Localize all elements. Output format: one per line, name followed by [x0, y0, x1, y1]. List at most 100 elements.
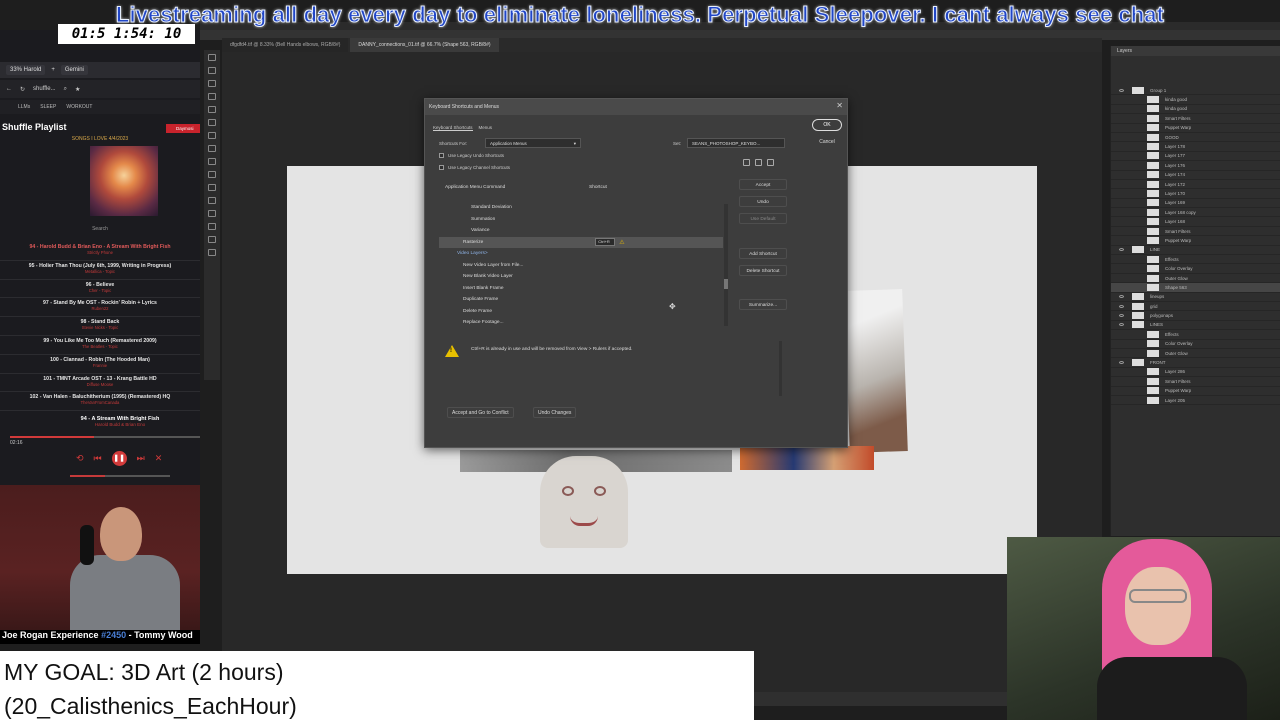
star-icon[interactable]: ★ — [75, 86, 80, 93]
command-row[interactable]: New Blank Video Layer — [439, 271, 723, 283]
layer-row[interactable]: Outer Glow — [1111, 349, 1280, 359]
pause-icon[interactable]: ❚❚ — [111, 450, 127, 466]
accept-goto-conflict-button[interactable]: Accept and Go to Conflict — [447, 407, 514, 418]
document-tab-active[interactable]: DANNY_connections_01.tif @ 66.7% (Shape … — [350, 38, 499, 52]
color-swatch-icon[interactable] — [208, 249, 216, 256]
layer-row[interactable]: GOOD — [1111, 133, 1280, 143]
playlist-badge[interactable]: Daymosi — [166, 124, 200, 133]
use-default-button[interactable]: Use Default — [739, 213, 787, 224]
command-row[interactable]: Standard Deviation — [439, 202, 723, 214]
layer-row[interactable]: FRONT — [1111, 358, 1280, 368]
shuffle-icon[interactable]: ✕ — [155, 453, 163, 464]
layer-row[interactable]: Layer 178 — [1111, 142, 1280, 152]
track-item[interactable]: 100 - Clannad - Robin (The Hooded Man) Fr… — [0, 355, 200, 374]
layer-row[interactable]: Layer 176 — [1111, 161, 1280, 171]
accept-button[interactable]: Accept — [739, 179, 787, 190]
layer-row[interactable]: Color Overlay — [1111, 340, 1280, 349]
type-tool-icon[interactable] — [208, 184, 216, 191]
visibility-eye-icon[interactable] — [1119, 248, 1124, 252]
cancel-button[interactable]: Cancel — [812, 136, 842, 148]
layer-row[interactable]: Layer 170 — [1111, 189, 1280, 199]
shortcuts-for-select[interactable]: Application Menus ▾ — [485, 138, 581, 148]
layers-panel-title[interactable]: Layers — [1111, 46, 1280, 56]
visibility-eye-icon[interactable] — [1119, 323, 1124, 327]
scroll-thumb[interactable] — [724, 279, 728, 289]
delete-set-icon[interactable] — [767, 159, 774, 166]
lasso-tool-icon[interactable] — [208, 80, 216, 87]
bookmark-workout[interactable]: WORKOUT — [66, 104, 92, 110]
search-icon[interactable]: ⌕ — [64, 86, 67, 93]
repeat-icon[interactable]: ⟲ — [76, 453, 84, 464]
command-row[interactable]: New Video Layer from File... — [439, 260, 723, 272]
layer-row[interactable]: Smart Filters — [1111, 377, 1280, 387]
gradient-tool-icon[interactable] — [208, 158, 216, 165]
add-shortcut-button[interactable]: Add Shortcut — [739, 248, 787, 259]
layer-row[interactable]: Layer 172 — [1111, 180, 1280, 190]
command-row[interactable]: Video Layers> — [439, 248, 723, 260]
warning-scrollbar[interactable] — [779, 341, 782, 396]
layer-row[interactable]: LINES — [1111, 321, 1280, 331]
new-tab-icon[interactable]: + — [51, 67, 55, 73]
undo-button[interactable]: Undo — [739, 196, 787, 207]
layer-row[interactable]: Smart Filters — [1111, 114, 1280, 124]
volume-slider[interactable] — [70, 475, 170, 477]
layer-row[interactable]: Smart Filters — [1111, 227, 1280, 237]
checkbox-box[interactable] — [439, 165, 444, 170]
layer-row[interactable]: kinda good — [1111, 95, 1280, 105]
visibility-eye-icon[interactable] — [1119, 361, 1124, 365]
command-row[interactable]: Summation — [439, 214, 723, 226]
checkbox-box[interactable] — [439, 153, 444, 158]
undo-changes-button[interactable]: Undo Changes — [533, 407, 577, 418]
layer-row[interactable]: LINE — [1111, 246, 1280, 256]
previous-icon[interactable]: ⏮ — [94, 453, 102, 464]
layer-row[interactable]: Color Overlay — [1111, 264, 1280, 274]
command-row[interactable]: Replace Footage... — [439, 317, 723, 329]
command-row[interactable]: Rasterize Ctrl+R ⚠ — [439, 236, 723, 248]
command-row[interactable]: Insert Blank Frame — [439, 283, 723, 295]
legacy-channel-checkbox[interactable]: Use Legacy Channel Shortcuts — [439, 165, 510, 170]
back-icon[interactable]: ← — [6, 86, 12, 92]
command-row[interactable]: Duplicate Frame — [439, 294, 723, 306]
summarize-button[interactable]: Summarize... — [739, 299, 787, 310]
ok-button[interactable]: OK — [812, 119, 842, 131]
podcast-episode[interactable]: #2450 — [101, 630, 126, 640]
layer-row[interactable]: grid — [1111, 302, 1280, 312]
track-item[interactable]: 97 - Stand By Me OST - Rockin' Robin + L… — [0, 298, 200, 318]
track-item[interactable]: 102 - Van Halen - Baluchitherium (1995) … — [0, 392, 200, 412]
layer-row[interactable]: Layer 174 — [1111, 171, 1280, 180]
eyedropper-tool-icon[interactable] — [208, 106, 216, 113]
set-select[interactable]: SEANS_PHOTOSHOP_KEYBO... — [687, 138, 785, 148]
track-item[interactable]: 98 - Stand Back Stevie Nicks - Topic — [0, 317, 200, 336]
layer-row[interactable]: Layer 286 — [1111, 368, 1280, 378]
track-item[interactable]: 96 - Believe Cher - Topic — [0, 280, 200, 299]
command-row[interactable]: Delete Frame — [439, 306, 723, 318]
address-bar[interactable]: shuffle... — [33, 86, 56, 92]
playback-progress[interactable] — [10, 436, 200, 438]
hand-tool-icon[interactable] — [208, 223, 216, 230]
shortcut-input[interactable]: Ctrl+R — [595, 238, 616, 247]
zoom-tool-icon[interactable] — [208, 236, 216, 243]
command-list-scrollbar[interactable] — [724, 204, 728, 326]
visibility-eye-icon[interactable] — [1119, 314, 1124, 318]
bookmark-llms[interactable]: LLMs — [18, 104, 30, 110]
crop-tool-icon[interactable] — [208, 93, 216, 100]
visibility-eye-icon[interactable] — [1119, 88, 1124, 92]
layer-row[interactable]: Puppet Warp — [1111, 387, 1280, 396]
visibility-eye-icon[interactable] — [1119, 304, 1124, 308]
shape-tool-icon[interactable] — [208, 210, 216, 217]
visibility-eye-icon[interactable] — [1119, 295, 1124, 299]
layer-row[interactable]: lineups — [1111, 293, 1280, 302]
save-set-icon[interactable] — [743, 159, 750, 166]
layer-row[interactable]: kinda good — [1111, 105, 1280, 115]
playlist-search[interactable]: Search — [20, 226, 180, 232]
layer-row[interactable]: Puppet Warp — [1111, 124, 1280, 133]
new-set-icon[interactable] — [755, 159, 762, 166]
layer-row[interactable]: Puppet Warp — [1111, 236, 1280, 246]
layer-row[interactable]: Effects — [1111, 255, 1280, 265]
browser-tab[interactable]: Gemini — [60, 65, 88, 75]
reload-icon[interactable]: ↻ — [20, 86, 25, 93]
layer-row[interactable]: Layer 168 copy — [1111, 208, 1280, 218]
bookmark-sleep[interactable]: SLEEP — [40, 104, 56, 110]
track-item[interactable]: 101 - TMNT Arcade OST - 13 - Krang Battl… — [0, 374, 200, 393]
layer-row[interactable]: Effects — [1111, 330, 1280, 340]
